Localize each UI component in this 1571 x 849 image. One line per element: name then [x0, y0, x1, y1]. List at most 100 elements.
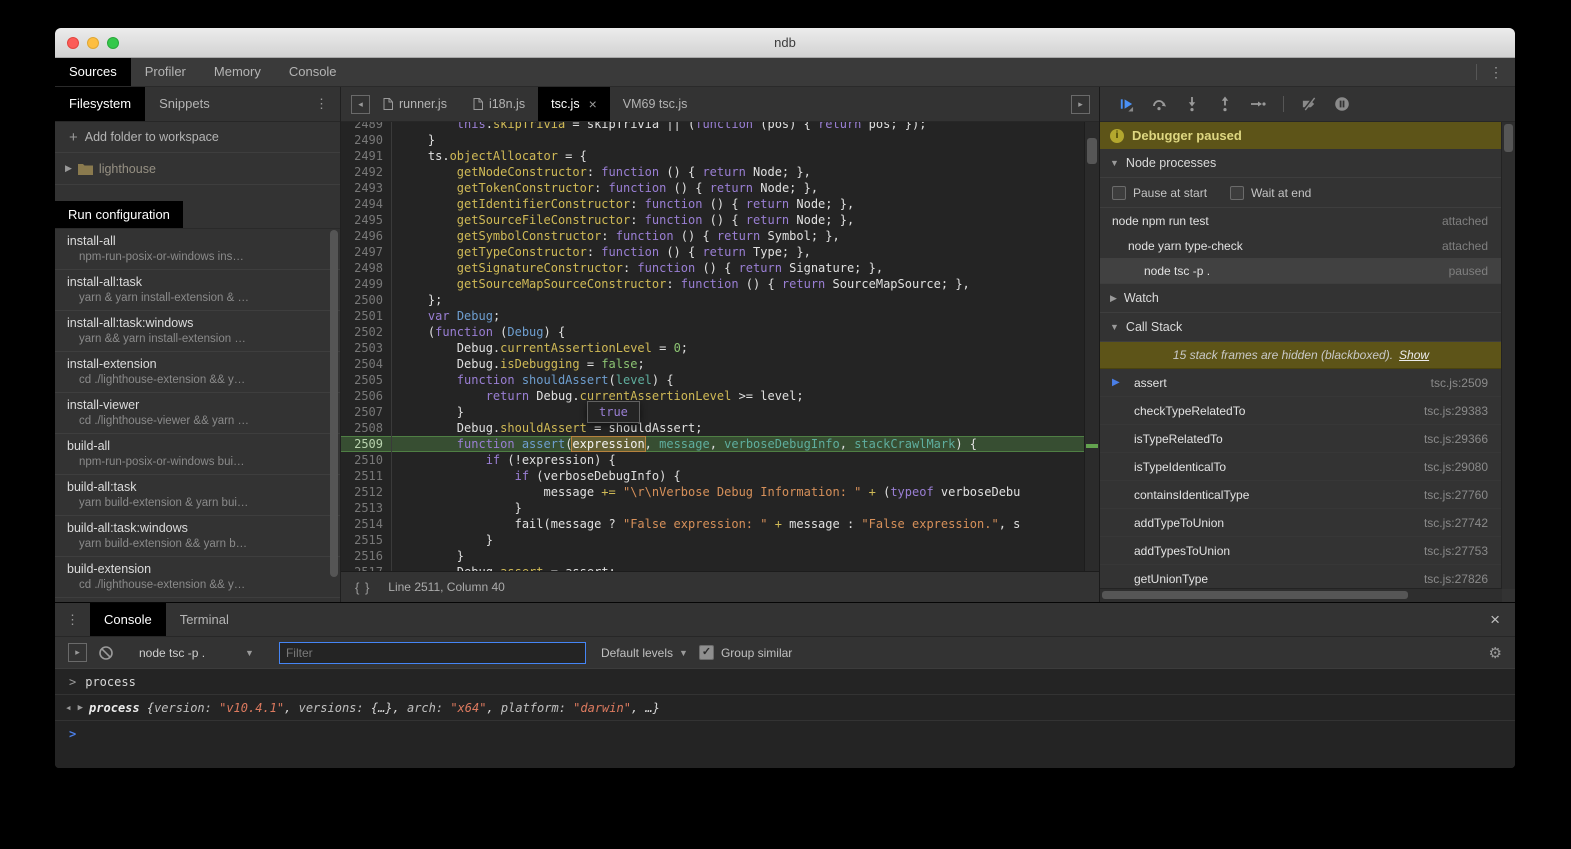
editor-tab-runner-js[interactable]: runner.js [370, 87, 460, 121]
line-number[interactable]: 2501 [341, 308, 392, 324]
code-line[interactable]: 2517 Debug.assert = assert; [341, 564, 1085, 571]
run-config-build-extension[interactable]: build-extensioncd ./lighthouse-extension… [55, 557, 340, 598]
close-window-icon[interactable] [67, 37, 79, 49]
panel-scrollbar-thumb[interactable] [1504, 124, 1513, 152]
code-line[interactable]: 2513 } [341, 500, 1085, 516]
stack-frame-istypeidenticalto[interactable]: isTypeIdenticalTotsc.js:29080 [1100, 453, 1502, 481]
console-result[interactable]: ◂▶process {version: "v10.4.1", versions:… [55, 695, 1515, 721]
chevron-right-icon[interactable]: ▶ [65, 163, 72, 174]
console-filter-input[interactable] [279, 642, 586, 664]
section-node-processes[interactable]: ▼ Node processes [1100, 149, 1502, 178]
close-tab-icon[interactable]: × [589, 96, 597, 112]
code-line[interactable]: 2508 Debug.shouldAssert = shouldAssert; [341, 420, 1085, 436]
main-tab-console[interactable]: Console [275, 58, 351, 86]
console-output[interactable]: >process◂▶process {version: "v10.4.1", v… [55, 669, 1515, 768]
zoom-window-icon[interactable] [107, 37, 119, 49]
expand-object-icon[interactable]: ▶ [78, 703, 83, 713]
section-call-stack[interactable]: ▼ Call Stack [1100, 313, 1502, 342]
main-tab-sources[interactable]: Sources [55, 58, 131, 86]
tab-filesystem[interactable]: Filesystem [55, 87, 145, 121]
line-number[interactable]: 2495 [341, 212, 392, 228]
line-number[interactable]: 2508 [341, 420, 392, 436]
more-options-icon[interactable]: ⋮ [1489, 65, 1503, 79]
line-number[interactable]: 2509 [341, 436, 392, 452]
drawer-tab-console[interactable]: Console [90, 603, 166, 636]
line-number[interactable]: 2493 [341, 180, 392, 196]
execution-context-select[interactable]: node tsc -p . ▼ [125, 646, 254, 660]
resume-script-icon[interactable] [1118, 96, 1134, 112]
collapse-tabs-left-icon[interactable]: ◂ [351, 95, 370, 114]
wait-at-end-checkbox[interactable] [1230, 186, 1244, 200]
step-over-icon[interactable] [1151, 96, 1167, 112]
code-line[interactable]: 2498 getSignatureConstructor: function (… [341, 260, 1085, 276]
line-number[interactable]: 2496 [341, 228, 392, 244]
run-config-build-all-task-windows[interactable]: build-all:task:windowsyarn build-extensi… [55, 516, 340, 557]
line-number[interactable]: 2504 [341, 356, 392, 372]
code-line[interactable]: 2502 (function (Debug) { [341, 324, 1085, 340]
pause-at-start-checkbox[interactable] [1112, 186, 1126, 200]
process-node-npm-run-test[interactable]: node npm run testattached [1100, 208, 1502, 233]
line-number[interactable]: 2507 [341, 404, 392, 420]
code-line[interactable]: 2512 message += "\r\nVerbose Debug Infor… [341, 484, 1085, 500]
stack-frame-checktyperelatedto[interactable]: checkTypeRelatedTotsc.js:29383 [1100, 397, 1502, 425]
code-line[interactable]: 2497 getTypeConstructor: function () { r… [341, 244, 1085, 260]
process-node-tsc-p[interactable]: node tsc -p .paused [1100, 258, 1502, 283]
line-number[interactable]: 2510 [341, 452, 392, 468]
stack-frame-getuniontype[interactable]: getUnionTypetsc.js:27826 [1100, 565, 1502, 589]
code-line[interactable]: 2503 Debug.currentAssertionLevel = 0; [341, 340, 1085, 356]
close-drawer-icon[interactable]: × [1490, 610, 1515, 630]
execution-line[interactable]: 2509 function assert(expression, message… [341, 436, 1085, 452]
editor-scrollbar-thumb[interactable] [1087, 138, 1097, 164]
line-number[interactable]: 2517 [341, 564, 392, 571]
process-node-yarn-type-check[interactable]: node yarn type-checkattached [1100, 233, 1502, 258]
code-line[interactable]: 2515 } [341, 532, 1085, 548]
line-number[interactable]: 2498 [341, 260, 392, 276]
main-tab-profiler[interactable]: Profiler [131, 58, 200, 86]
console-settings-icon[interactable]: ⚙ [1489, 644, 1502, 662]
code-line[interactable]: 2507 } [341, 404, 1085, 420]
code-line[interactable]: 2494 getIdentifierConstructor: function … [341, 196, 1085, 212]
step-out-icon[interactable] [1217, 96, 1233, 112]
drawer-tab-terminal[interactable]: Terminal [166, 603, 243, 636]
line-number[interactable]: 2505 [341, 372, 392, 388]
code-line[interactable]: 2506 return Debug.currentAssertionLevel … [341, 388, 1085, 404]
code-line[interactable]: 2501 var Debug; [341, 308, 1085, 324]
line-number[interactable]: 2494 [341, 196, 392, 212]
run-config-install-viewer[interactable]: install-viewercd ./lighthouse-viewer && … [55, 393, 340, 434]
line-number[interactable]: 2512 [341, 484, 392, 500]
code-line[interactable]: 2505 function shouldAssert(level) { [341, 372, 1085, 388]
line-number[interactable]: 2492 [341, 164, 392, 180]
code-editor[interactable]: 2489 this.skipTrivia = skipTrivia || (fu… [341, 122, 1099, 571]
title-bar[interactable]: ndb [55, 28, 1515, 58]
add-folder-button[interactable]: + Add folder to workspace [55, 122, 340, 153]
section-watch[interactable]: ▶ Watch [1100, 283, 1502, 313]
line-number[interactable]: 2499 [341, 276, 392, 292]
minimize-window-icon[interactable] [87, 37, 99, 49]
run-config-install-all-task-windows[interactable]: install-all:task:windowsyarn && yarn ins… [55, 311, 340, 352]
run-config-build-all[interactable]: build-allnpm-run-posix-or-windows bui… [55, 434, 340, 475]
stack-frame-addtypetounion[interactable]: addTypeToUniontsc.js:27742 [1100, 509, 1502, 537]
stack-frame-addtypestounion[interactable]: addTypesToUniontsc.js:27753 [1100, 537, 1502, 565]
sidebar-scrollbar[interactable] [330, 230, 338, 577]
code-line[interactable]: 2511 if (verboseDebugInfo) { [341, 468, 1085, 484]
code-line[interactable]: 2510 if (!expression) { [341, 452, 1085, 468]
line-number[interactable]: 2516 [341, 548, 392, 564]
code-line[interactable]: 2493 getTokenConstructor: function () { … [341, 180, 1085, 196]
console-input-echo[interactable]: >process [55, 669, 1515, 695]
run-config-install-all[interactable]: install-allnpm-run-posix-or-windows ins… [55, 229, 340, 270]
pause-on-exceptions-icon[interactable] [1334, 96, 1350, 112]
line-number[interactable]: 2514 [341, 516, 392, 532]
line-number[interactable]: 2491 [341, 148, 392, 164]
line-number[interactable]: 2511 [341, 468, 392, 484]
editor-tab-i18n-js[interactable]: i18n.js [460, 87, 538, 121]
code-line[interactable]: 2514 fail(message ? "False expression: "… [341, 516, 1085, 532]
run-config-install-extension[interactable]: install-extensioncd ./lighthouse-extensi… [55, 352, 340, 393]
line-number[interactable]: 2513 [341, 500, 392, 516]
show-tab-list-icon[interactable]: ▸ [1071, 95, 1090, 114]
tab-snippets[interactable]: Snippets [145, 87, 224, 121]
clear-console-icon[interactable] [98, 645, 114, 661]
sidebar-more-icon[interactable]: ⋮ [315, 96, 340, 112]
stack-frame-containsidenticaltype[interactable]: containsIdenticalTypetsc.js:27760 [1100, 481, 1502, 509]
group-similar-checkbox[interactable]: ✓ [699, 645, 714, 660]
code-line[interactable]: 2516 } [341, 548, 1085, 564]
